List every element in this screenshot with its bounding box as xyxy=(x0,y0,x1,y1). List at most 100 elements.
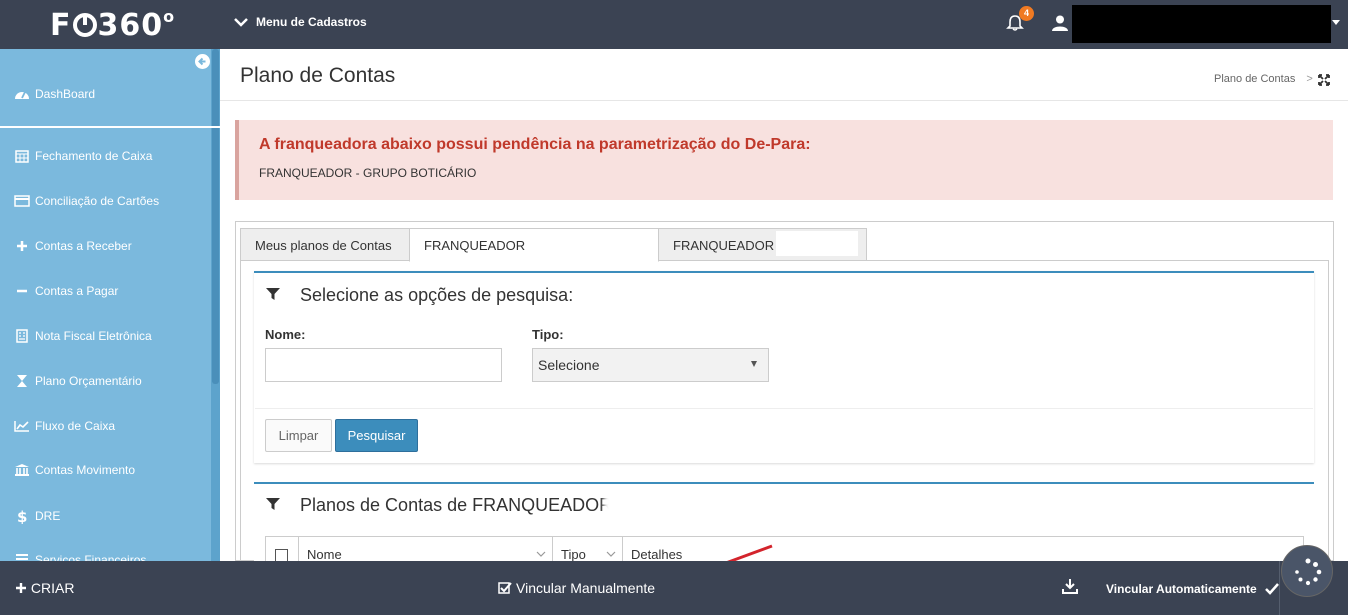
name-input[interactable] xyxy=(265,348,502,382)
fullscreen-button[interactable] xyxy=(1318,73,1330,91)
menu-cadastros-label: Menu de Cadastros xyxy=(256,15,367,29)
top-bar: F 360o Menu de Cadastros 4 xyxy=(0,0,1348,49)
select-all-checkbox[interactable] xyxy=(275,549,288,561)
sidebar-item-dre[interactable]: $ DRE xyxy=(14,508,60,524)
filter-icon xyxy=(265,497,281,516)
sidebar-scrollbar-thumb[interactable] xyxy=(212,49,219,384)
credit-card-icon xyxy=(14,195,30,207)
logo-degree: o xyxy=(163,7,176,26)
minus-icon xyxy=(14,285,30,297)
sidebar-item-label: Plano Orçamentário xyxy=(35,374,142,388)
column-label: Nome xyxy=(307,547,342,562)
line-chart-icon xyxy=(14,420,30,432)
bottom-bar-divider xyxy=(1279,561,1280,615)
check-icon xyxy=(1264,583,1279,595)
search-box-title: Selecione as opções de pesquisa: xyxy=(300,285,574,305)
calendar-icon xyxy=(14,149,30,163)
plus-icon xyxy=(16,583,26,593)
svg-text:$: $ xyxy=(17,508,27,524)
sidebar-divider xyxy=(0,126,220,128)
header-divider xyxy=(220,100,1348,101)
link-automatically-label: Vincular Automaticamente xyxy=(1106,582,1257,596)
search-box-footer-divider xyxy=(255,408,1313,409)
create-label: CRIAR xyxy=(30,580,75,596)
breadcrumb-item[interactable]: Plano de Contas xyxy=(1214,73,1295,85)
type-select[interactable]: Selecione xyxy=(532,348,769,382)
checkbox-check-icon xyxy=(498,582,512,594)
create-button[interactable]: CRIAR xyxy=(15,580,74,596)
sidebar-item-contas-movimento[interactable]: Contas Movimento xyxy=(14,463,135,477)
download-button[interactable] xyxy=(1062,578,1078,599)
logo-text: F xyxy=(50,8,72,43)
clear-button[interactable]: Limpar xyxy=(265,419,332,452)
filter-icon xyxy=(265,287,281,306)
arrow-left-circle-icon xyxy=(198,57,206,66)
link-automatically-button[interactable]: Vincular Automaticamente xyxy=(1106,582,1279,596)
building-icon xyxy=(14,329,30,343)
sidebar-item-plano-orcamentario[interactable]: Plano Orçamentário xyxy=(14,374,142,388)
breadcrumb: Plano de Contas > xyxy=(1214,73,1313,85)
results-box-title: Planos de Contas de FRANQUEADOR xyxy=(300,495,613,515)
dollar-icon: $ xyxy=(14,508,30,524)
notification-badge: 4 xyxy=(1019,6,1034,21)
user-menu-button[interactable] xyxy=(1051,14,1069,37)
sidebar-item-dashboard[interactable]: DashBoard xyxy=(14,87,95,101)
column-header-tipo[interactable]: Tipo xyxy=(552,536,622,562)
bank-icon xyxy=(14,463,30,477)
sidebar: DashBoard Fechamento de Caixa Conciliaçã… xyxy=(0,49,220,561)
list-icon xyxy=(14,553,30,561)
sidebar-item-contas-a-receber[interactable]: Contas a Receber xyxy=(14,239,132,253)
logo-tail-text: 360 xyxy=(97,8,164,43)
page-title: Plano de Contas xyxy=(240,64,396,87)
spinner-icon xyxy=(1295,558,1322,586)
user-name-redacted[interactable] xyxy=(1072,5,1331,43)
app-logo[interactable]: F 360o xyxy=(50,7,176,43)
sidebar-item-label: Contas Movimento xyxy=(35,463,136,477)
column-label: Tipo xyxy=(561,547,586,562)
loading-spinner-button[interactable] xyxy=(1281,545,1333,597)
sort-chevron-icon xyxy=(536,551,546,557)
select-caret-icon xyxy=(751,361,757,367)
tab-franqueador[interactable]: FRANQUEADOR xyxy=(409,228,659,262)
breadcrumb-separator: > xyxy=(1306,73,1313,85)
sidebar-item-label: Contas a Pagar xyxy=(35,284,119,298)
sidebar-item-label: Fluxo de Caixa xyxy=(35,419,116,433)
sidebar-item-label: DashBoard xyxy=(35,87,96,101)
chevron-down-icon xyxy=(234,18,248,27)
sidebar-item-label: Nota Fiscal Eletrônica xyxy=(35,329,152,343)
alert-body: FRANQUEADOR - GRUPO BOTICÁRIO xyxy=(259,166,477,180)
sidebar-item-fluxo-de-caixa[interactable]: Fluxo de Caixa xyxy=(14,419,115,433)
sidebar-item-label: Fechamento de Caixa xyxy=(35,149,153,163)
tab-meus-planos[interactable]: Meus planos de Contas xyxy=(240,228,410,261)
menu-cadastros-button[interactable]: Menu de Cadastros xyxy=(234,15,367,29)
sidebar-collapse-button[interactable] xyxy=(195,54,210,69)
sidebar-item-servicos-financeiros[interactable]: Serviços Financeiros xyxy=(14,553,146,561)
pending-alert: A franqueadora abaixo possui pendência n… xyxy=(235,120,1333,200)
sidebar-item-contas-a-pagar[interactable]: Contas a Pagar xyxy=(14,284,118,298)
expand-icon xyxy=(1318,74,1330,86)
download-icon xyxy=(1062,579,1078,594)
bottom-action-bar: CRIAR Vincular Manualmente Vincular Auto… xyxy=(0,561,1348,615)
sidebar-item-nota-fiscal-eletronica[interactable]: Nota Fiscal Eletrônica xyxy=(14,329,152,343)
link-manually-label: Vincular Manualmente xyxy=(516,580,656,596)
sidebar-item-label: Conciliação de Cartões xyxy=(35,194,160,208)
link-manually-button[interactable]: Vincular Manualmente xyxy=(498,580,655,596)
sidebar-item-label: Serviços Financeiros xyxy=(35,553,147,561)
redacted-franchise-name xyxy=(604,494,784,520)
sort-chevron-icon xyxy=(606,551,616,557)
user-icon xyxy=(1052,15,1068,31)
type-label: Tipo: xyxy=(532,327,564,342)
column-header-nome[interactable]: Nome xyxy=(298,536,552,562)
dashboard-icon xyxy=(14,88,30,100)
sidebar-item-label: Contas a Receber xyxy=(35,239,132,253)
redacted-tab-name xyxy=(776,231,858,256)
name-label: Nome: xyxy=(265,327,306,342)
caret-down-icon[interactable] xyxy=(1332,20,1340,25)
sidebar-item-fechamento-de-caixa[interactable]: Fechamento de Caixa xyxy=(14,149,152,163)
search-button[interactable]: Pesquisar xyxy=(335,419,418,452)
sidebar-item-label: DRE xyxy=(35,509,61,523)
alert-title: A franqueadora abaixo possui pendência n… xyxy=(259,136,811,153)
hourglass-icon xyxy=(14,374,30,388)
plus-icon xyxy=(14,240,30,252)
sidebar-item-conciliacao-de-cartoes[interactable]: Conciliação de Cartões xyxy=(14,194,159,208)
